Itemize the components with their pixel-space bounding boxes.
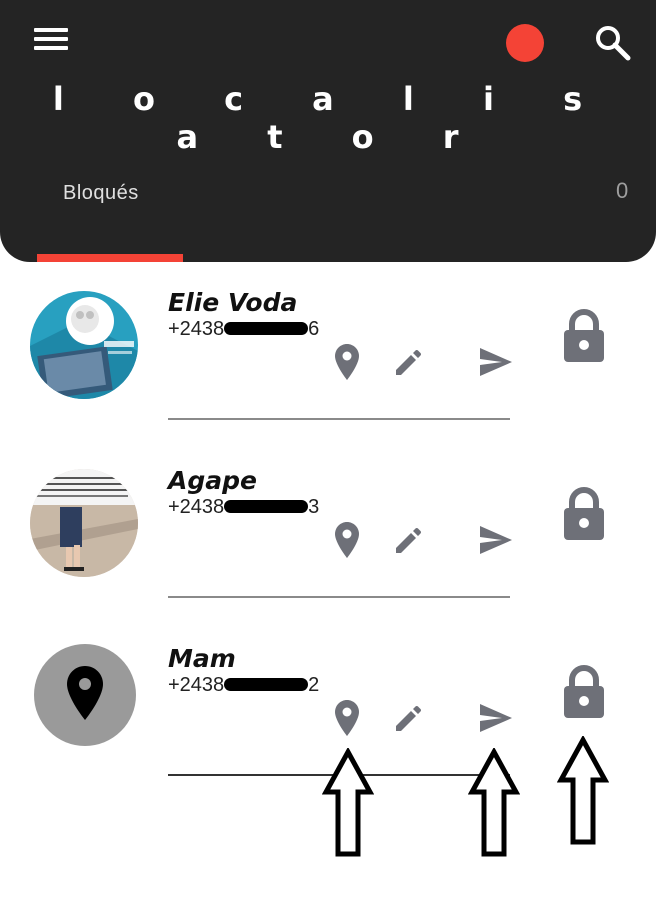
contact-phone: +2438 3	[168, 496, 319, 519]
phone-suffix: 2	[308, 674, 320, 696]
redaction-mark	[224, 322, 309, 336]
menu-icon[interactable]	[30, 24, 74, 56]
tab-bloques[interactable]: Bloqués	[40, 180, 180, 262]
phone-prefix: +2438	[168, 674, 225, 696]
location-icon[interactable]	[327, 520, 367, 560]
send-icon[interactable]	[476, 520, 516, 560]
contact-name: Agape	[168, 466, 257, 495]
tab-indicator	[37, 254, 183, 262]
phone-suffix: 6	[308, 318, 320, 340]
phone-prefix: +2438	[168, 318, 225, 340]
phone-suffix: 3	[308, 496, 320, 518]
app-title: l o c a l i s a t o r	[52, 80, 612, 156]
edit-icon[interactable]	[388, 520, 428, 560]
tab-label: Bloqués	[63, 182, 139, 204]
contact-row[interactable]: Elie Voda +2438 6	[0, 288, 656, 466]
location-icon[interactable]	[327, 698, 367, 738]
lock-icon[interactable]	[560, 486, 608, 542]
avatar	[30, 469, 138, 577]
location-icon[interactable]	[327, 342, 367, 382]
contact-name: Mam	[168, 644, 236, 673]
redaction-mark	[224, 678, 309, 692]
divider	[168, 596, 510, 598]
annotation-arrow-icon	[556, 734, 610, 846]
edit-icon[interactable]	[388, 698, 428, 738]
send-icon[interactable]	[476, 698, 516, 738]
send-icon[interactable]	[476, 342, 516, 382]
contact-row[interactable]: Agape +2438 3	[0, 466, 656, 644]
contact-phone: +2438 6	[168, 318, 319, 341]
status-indicator	[506, 24, 544, 62]
tab-count: 0	[616, 178, 629, 203]
phone-prefix: +2438	[168, 496, 225, 518]
search-icon[interactable]	[590, 20, 634, 64]
annotation-arrow-icon	[321, 746, 375, 858]
edit-icon[interactable]	[388, 342, 428, 382]
divider	[168, 418, 510, 420]
lock-icon[interactable]	[560, 664, 608, 720]
redaction-mark	[224, 500, 309, 514]
annotation-arrow-icon	[467, 746, 521, 858]
location-placeholder-icon	[67, 666, 103, 720]
contact-name: Elie Voda	[168, 288, 298, 317]
avatar	[34, 644, 136, 746]
contact-phone: +2438 2	[168, 674, 319, 697]
app-bar: l o c a l i s a t o r Bloqués 0	[0, 0, 656, 262]
lock-icon[interactable]	[560, 308, 608, 364]
avatar	[30, 291, 138, 399]
